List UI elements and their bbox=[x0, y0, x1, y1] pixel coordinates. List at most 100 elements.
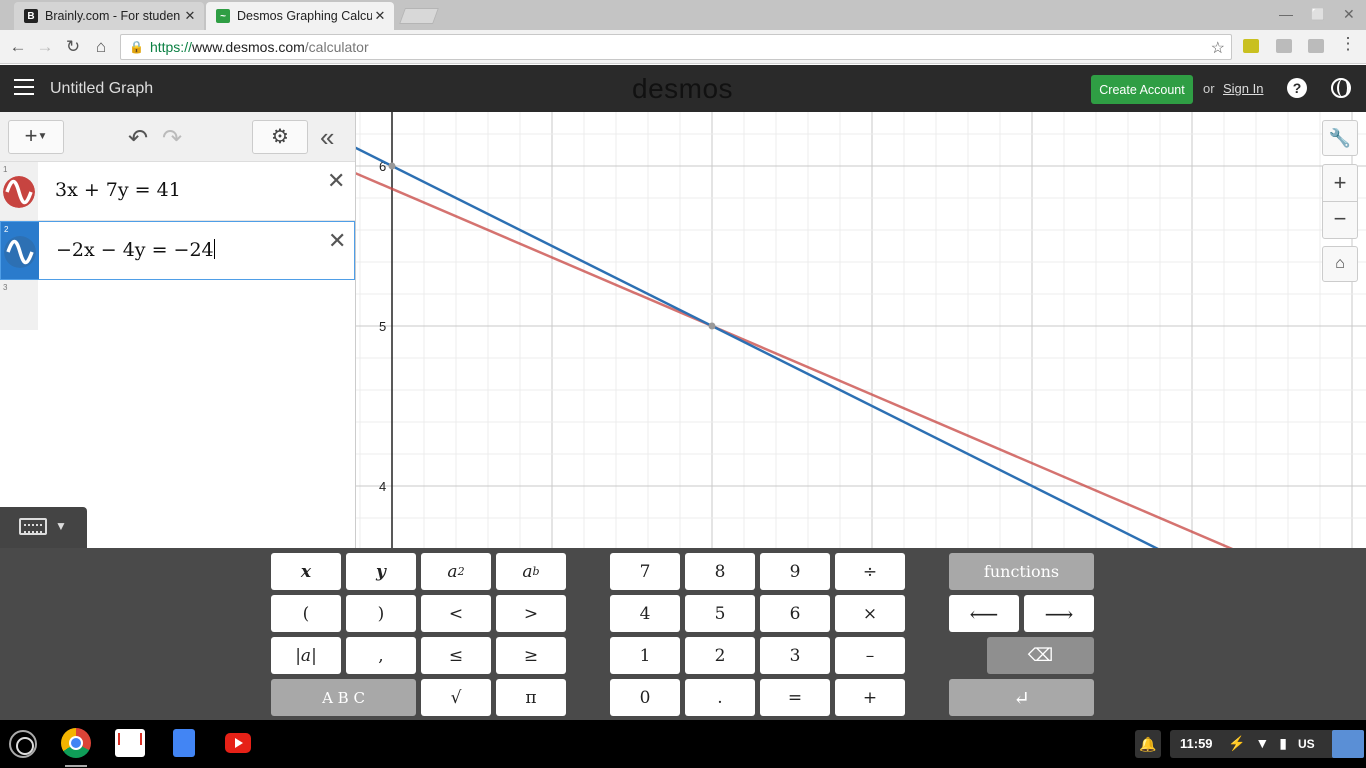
graph-style-icon[interactable] bbox=[4, 236, 36, 268]
add-item-button[interactable]: +▼ bbox=[8, 120, 64, 154]
graph-canvas[interactable]: 456 bbox=[356, 112, 1366, 548]
extension-icon[interactable] bbox=[1243, 39, 1259, 53]
point-of-interest[interactable] bbox=[388, 162, 396, 170]
chrome-icon[interactable] bbox=[61, 728, 91, 758]
graph-style-icon[interactable] bbox=[3, 176, 35, 208]
notifications-bell-icon[interactable]: 🔔 bbox=[1135, 730, 1161, 758]
key-less-than[interactable]: < bbox=[421, 595, 491, 632]
language-globe-icon[interactable] bbox=[1331, 78, 1351, 98]
key-pi[interactable]: π bbox=[496, 679, 566, 716]
bookmark-star-icon[interactable]: ☆ bbox=[1211, 38, 1225, 58]
key-label: x bbox=[300, 561, 312, 582]
delete-expression-icon[interactable]: ✕ bbox=[328, 228, 346, 254]
expression-panel: +▼ ↶ ↷ ⚙ « 1 3x + 7y = 41 ✕ 2 −2x − 4y =… bbox=[0, 112, 356, 548]
key-abs[interactable]: | a | bbox=[271, 637, 341, 674]
url-scheme: https:// bbox=[149, 39, 192, 55]
key-2[interactable]: 2 bbox=[685, 637, 755, 674]
keypad-toggle-button[interactable]: ▼ bbox=[0, 507, 87, 548]
graph-paper[interactable]: 456 bbox=[356, 112, 1366, 548]
menu-kebab-icon[interactable]: ⋮ bbox=[1337, 34, 1359, 54]
input-language: US bbox=[1298, 737, 1315, 751]
docs-icon[interactable] bbox=[173, 729, 195, 757]
close-tab-icon[interactable]: ✕ bbox=[372, 8, 388, 24]
delete-expression-icon[interactable]: ✕ bbox=[327, 168, 345, 194]
close-window-icon[interactable]: ✕ bbox=[1343, 6, 1355, 23]
y-tick-label: 4 bbox=[379, 479, 386, 494]
key-greater-than[interactable]: > bbox=[496, 595, 566, 632]
key-7[interactable]: 7 bbox=[610, 553, 680, 590]
key-backspace-icon[interactable]: ⌫ bbox=[987, 637, 1094, 674]
key-6[interactable]: 6 bbox=[760, 595, 830, 632]
expression-row-active[interactable]: 2 −2x − 4y = −24 ✕ bbox=[0, 221, 355, 280]
sign-in-link[interactable]: Sign In bbox=[1223, 81, 1263, 96]
key-right-arrow-icon[interactable]: ⟶ bbox=[1024, 595, 1094, 632]
key-left-arrow-icon[interactable]: ⟵ bbox=[949, 595, 1019, 632]
desmos-icon: ~ bbox=[216, 9, 230, 23]
expression-input[interactable]: 3x + 7y = 41 bbox=[55, 179, 181, 201]
zoom-in-button[interactable]: + bbox=[1322, 164, 1358, 202]
gmail-icon[interactable] bbox=[115, 729, 145, 757]
key-x[interactable]: x bbox=[271, 553, 341, 590]
key-greater-equal[interactable]: ≥ bbox=[496, 637, 566, 674]
key-divide[interactable]: ÷ bbox=[835, 553, 905, 590]
expression-input[interactable]: −2x − 4y = −24 bbox=[56, 239, 215, 261]
create-account-button[interactable]: Create Account bbox=[1091, 75, 1193, 104]
key-multiply[interactable]: × bbox=[835, 595, 905, 632]
key-3[interactable]: 3 bbox=[760, 637, 830, 674]
key-sqrt[interactable]: √ bbox=[421, 679, 491, 716]
youtube-icon[interactable] bbox=[225, 733, 251, 753]
expression-row-empty[interactable]: 3 bbox=[0, 280, 355, 330]
close-tab-icon[interactable]: ✕ bbox=[182, 8, 198, 24]
point-of-interest[interactable] bbox=[708, 322, 716, 330]
tab-desmos[interactable]: ~ Desmos Graphing Calcu ✕ bbox=[206, 2, 394, 30]
key-plus[interactable]: + bbox=[835, 679, 905, 716]
key-less-equal[interactable]: ≤ bbox=[421, 637, 491, 674]
key-open-paren[interactable]: ( bbox=[271, 595, 341, 632]
graph-line[interactable] bbox=[356, 112, 1366, 548]
reload-icon[interactable]: ↻ bbox=[62, 37, 84, 57]
key-a-power-b[interactable]: ab bbox=[496, 553, 566, 590]
default-view-home-icon[interactable]: ⌂ bbox=[1322, 246, 1358, 282]
back-icon[interactable]: ← bbox=[7, 37, 29, 57]
address-bar[interactable]: 🔒 https://www.desmos.com/calculator ☆ bbox=[120, 34, 1232, 60]
graph-line[interactable] bbox=[356, 120, 1366, 548]
tab-brainly[interactable]: B Brainly.com - For studen ✕ bbox=[14, 2, 204, 30]
expression-number: 3 bbox=[3, 283, 8, 292]
forward-icon[interactable]: → bbox=[34, 37, 56, 57]
expression-row[interactable]: 1 3x + 7y = 41 ✕ bbox=[0, 162, 355, 221]
system-tray[interactable]: 11:59 ⚡▼▮ US bbox=[1170, 730, 1364, 758]
key-1[interactable]: 1 bbox=[610, 637, 680, 674]
minimize-icon[interactable]: — bbox=[1279, 6, 1293, 22]
graph-settings-wrench-icon[interactable]: 🔧 bbox=[1322, 120, 1358, 156]
key-a-squared[interactable]: a2 bbox=[421, 553, 491, 590]
undo-icon[interactable]: ↶ bbox=[128, 124, 148, 153]
hamburger-menu-icon[interactable] bbox=[14, 79, 34, 95]
help-icon[interactable]: ? bbox=[1287, 78, 1307, 98]
graph-title[interactable]: Untitled Graph bbox=[50, 80, 153, 98]
settings-gear-icon[interactable]: ⚙ bbox=[252, 120, 308, 154]
key-0[interactable]: 0 bbox=[610, 679, 680, 716]
key-8[interactable]: 8 bbox=[685, 553, 755, 590]
key-enter-icon[interactable]: ↵ bbox=[949, 679, 1094, 716]
key-minus[interactable]: – bbox=[835, 637, 905, 674]
key-close-paren[interactable]: ) bbox=[346, 595, 416, 632]
key-abc[interactable]: A B C bbox=[271, 679, 416, 716]
key-5[interactable]: 5 bbox=[685, 595, 755, 632]
expression-gutter: 3 bbox=[0, 280, 38, 330]
key-9[interactable]: 9 bbox=[760, 553, 830, 590]
maximize-icon[interactable]: ⬜ bbox=[1311, 8, 1325, 21]
cast-icon[interactable] bbox=[1276, 39, 1292, 53]
new-tab-button[interactable] bbox=[399, 8, 439, 24]
key-4[interactable]: 4 bbox=[610, 595, 680, 632]
key-y[interactable]: y bbox=[346, 553, 416, 590]
key-decimal[interactable]: . bbox=[685, 679, 755, 716]
key-comma[interactable]: , bbox=[346, 637, 416, 674]
launcher-icon[interactable] bbox=[9, 730, 37, 758]
key-functions[interactable]: functions bbox=[949, 553, 1094, 590]
collapse-panel-icon[interactable]: « bbox=[320, 122, 334, 153]
camera-icon[interactable] bbox=[1308, 39, 1324, 53]
redo-icon[interactable]: ↷ bbox=[162, 124, 182, 153]
key-equals[interactable]: = bbox=[760, 679, 830, 716]
zoom-out-button[interactable]: − bbox=[1322, 201, 1358, 239]
home-icon[interactable]: ⌂ bbox=[90, 37, 112, 57]
